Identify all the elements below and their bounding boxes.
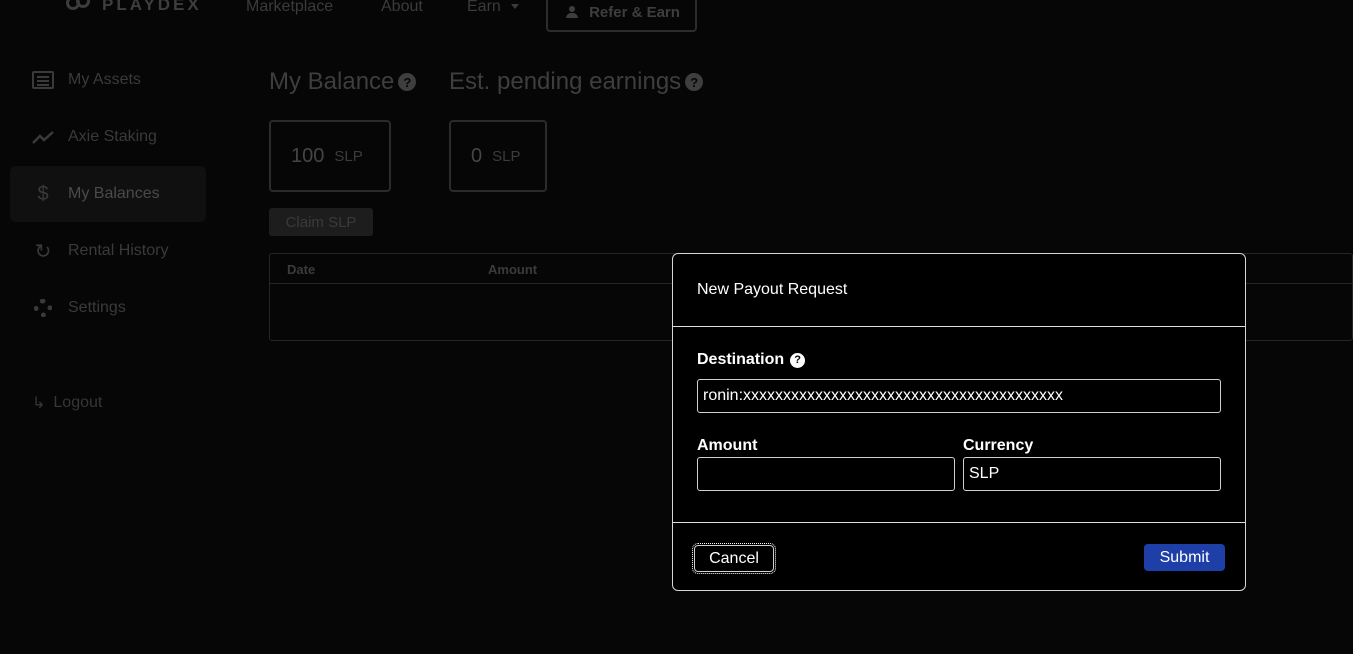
balance-value: 100 (291, 144, 325, 167)
currency-label: Currency (963, 437, 1034, 454)
nav-earn-label: Earn (467, 0, 501, 15)
destination-input[interactable] (697, 379, 1221, 413)
claim-slp-button[interactable]: Claim SLP (269, 208, 373, 236)
balance-title-text: My Balance (269, 68, 395, 95)
modal-footer: Cancel Submit (673, 523, 1245, 591)
submit-button[interactable]: Submit (1144, 544, 1225, 571)
currency-input[interactable] (963, 457, 1221, 491)
balance-card: 100 SLP (269, 120, 391, 192)
top-nav: PLAYDEX Marketplace About Earn Refer & E… (0, 0, 1353, 40)
destination-label: Destination ? (697, 351, 806, 369)
refer-earn-label: Refer & Earn (589, 3, 680, 21)
modal-body: Destination ? Amount Currency (673, 327, 1245, 523)
logout-label: Logout (53, 394, 103, 411)
sidebar-item-label: Settings (68, 299, 126, 316)
destination-label-text: Destination (697, 351, 785, 368)
trending-up-icon (32, 127, 54, 147)
people-icon (563, 6, 581, 18)
nav-dropdown-earn[interactable]: Earn (467, 0, 519, 16)
sidebar-item-axie-staking[interactable]: Axie Staking (10, 109, 206, 165)
dollar-icon: $ (37, 182, 49, 205)
logo[interactable]: PLAYDEX (66, 0, 202, 16)
playdex-logo-icon (66, 0, 96, 16)
nav-link-about[interactable]: About (381, 0, 423, 16)
modal-header: New Payout Request (673, 254, 1245, 327)
list-icon (32, 70, 54, 90)
payout-request-modal: New Payout Request Destination ? Amount … (672, 253, 1246, 591)
help-icon[interactable]: ? (685, 73, 704, 91)
sidebar-item-label: Rental History (68, 242, 169, 259)
pending-earnings-title: Est. pending earnings ? (449, 68, 704, 96)
balance-unit: SLP (334, 147, 363, 165)
logout-link[interactable]: ↳ Logout (32, 393, 102, 413)
gear-icon (32, 298, 54, 318)
cancel-button[interactable]: Cancel (692, 543, 776, 574)
sidebar-item-my-balances[interactable]: $ My Balances (10, 166, 206, 222)
help-icon[interactable]: ? (790, 352, 806, 368)
sidebar-item-label: My Assets (68, 71, 141, 88)
pending-unit: SLP (492, 147, 521, 165)
pending-title-text: Est. pending earnings (449, 68, 682, 95)
balance-title: My Balance ? (269, 68, 417, 96)
pending-value: 0 (471, 144, 483, 167)
sidebar-item-settings[interactable]: Settings (10, 280, 206, 336)
logo-text: PLAYDEX (102, 0, 202, 14)
sidebar-item-label: Axie Staking (68, 128, 157, 145)
column-header-amount: Amount (488, 262, 538, 277)
logout-icon: ↳ (32, 395, 46, 412)
amount-input[interactable] (697, 457, 955, 491)
refer-earn-button[interactable]: Refer & Earn (546, 0, 697, 32)
sidebar-item-label: My Balances (68, 185, 160, 202)
sidebar-item-my-assets[interactable]: My Assets (10, 52, 206, 108)
nav-link-marketplace[interactable]: Marketplace (246, 0, 333, 16)
caret-down-icon (510, 4, 519, 10)
pending-earnings-card: 0 SLP (449, 120, 547, 192)
column-header-date: Date (287, 262, 316, 277)
amount-label: Amount (697, 437, 758, 454)
help-icon[interactable]: ? (398, 73, 417, 91)
sidebar-item-rental-history[interactable]: ↻ Rental History (10, 223, 206, 279)
history-icon: ↻ (34, 240, 52, 263)
modal-title: New Payout Request (697, 281, 848, 298)
app-root: PLAYDEX Marketplace About Earn Refer & E… (0, 0, 1353, 654)
